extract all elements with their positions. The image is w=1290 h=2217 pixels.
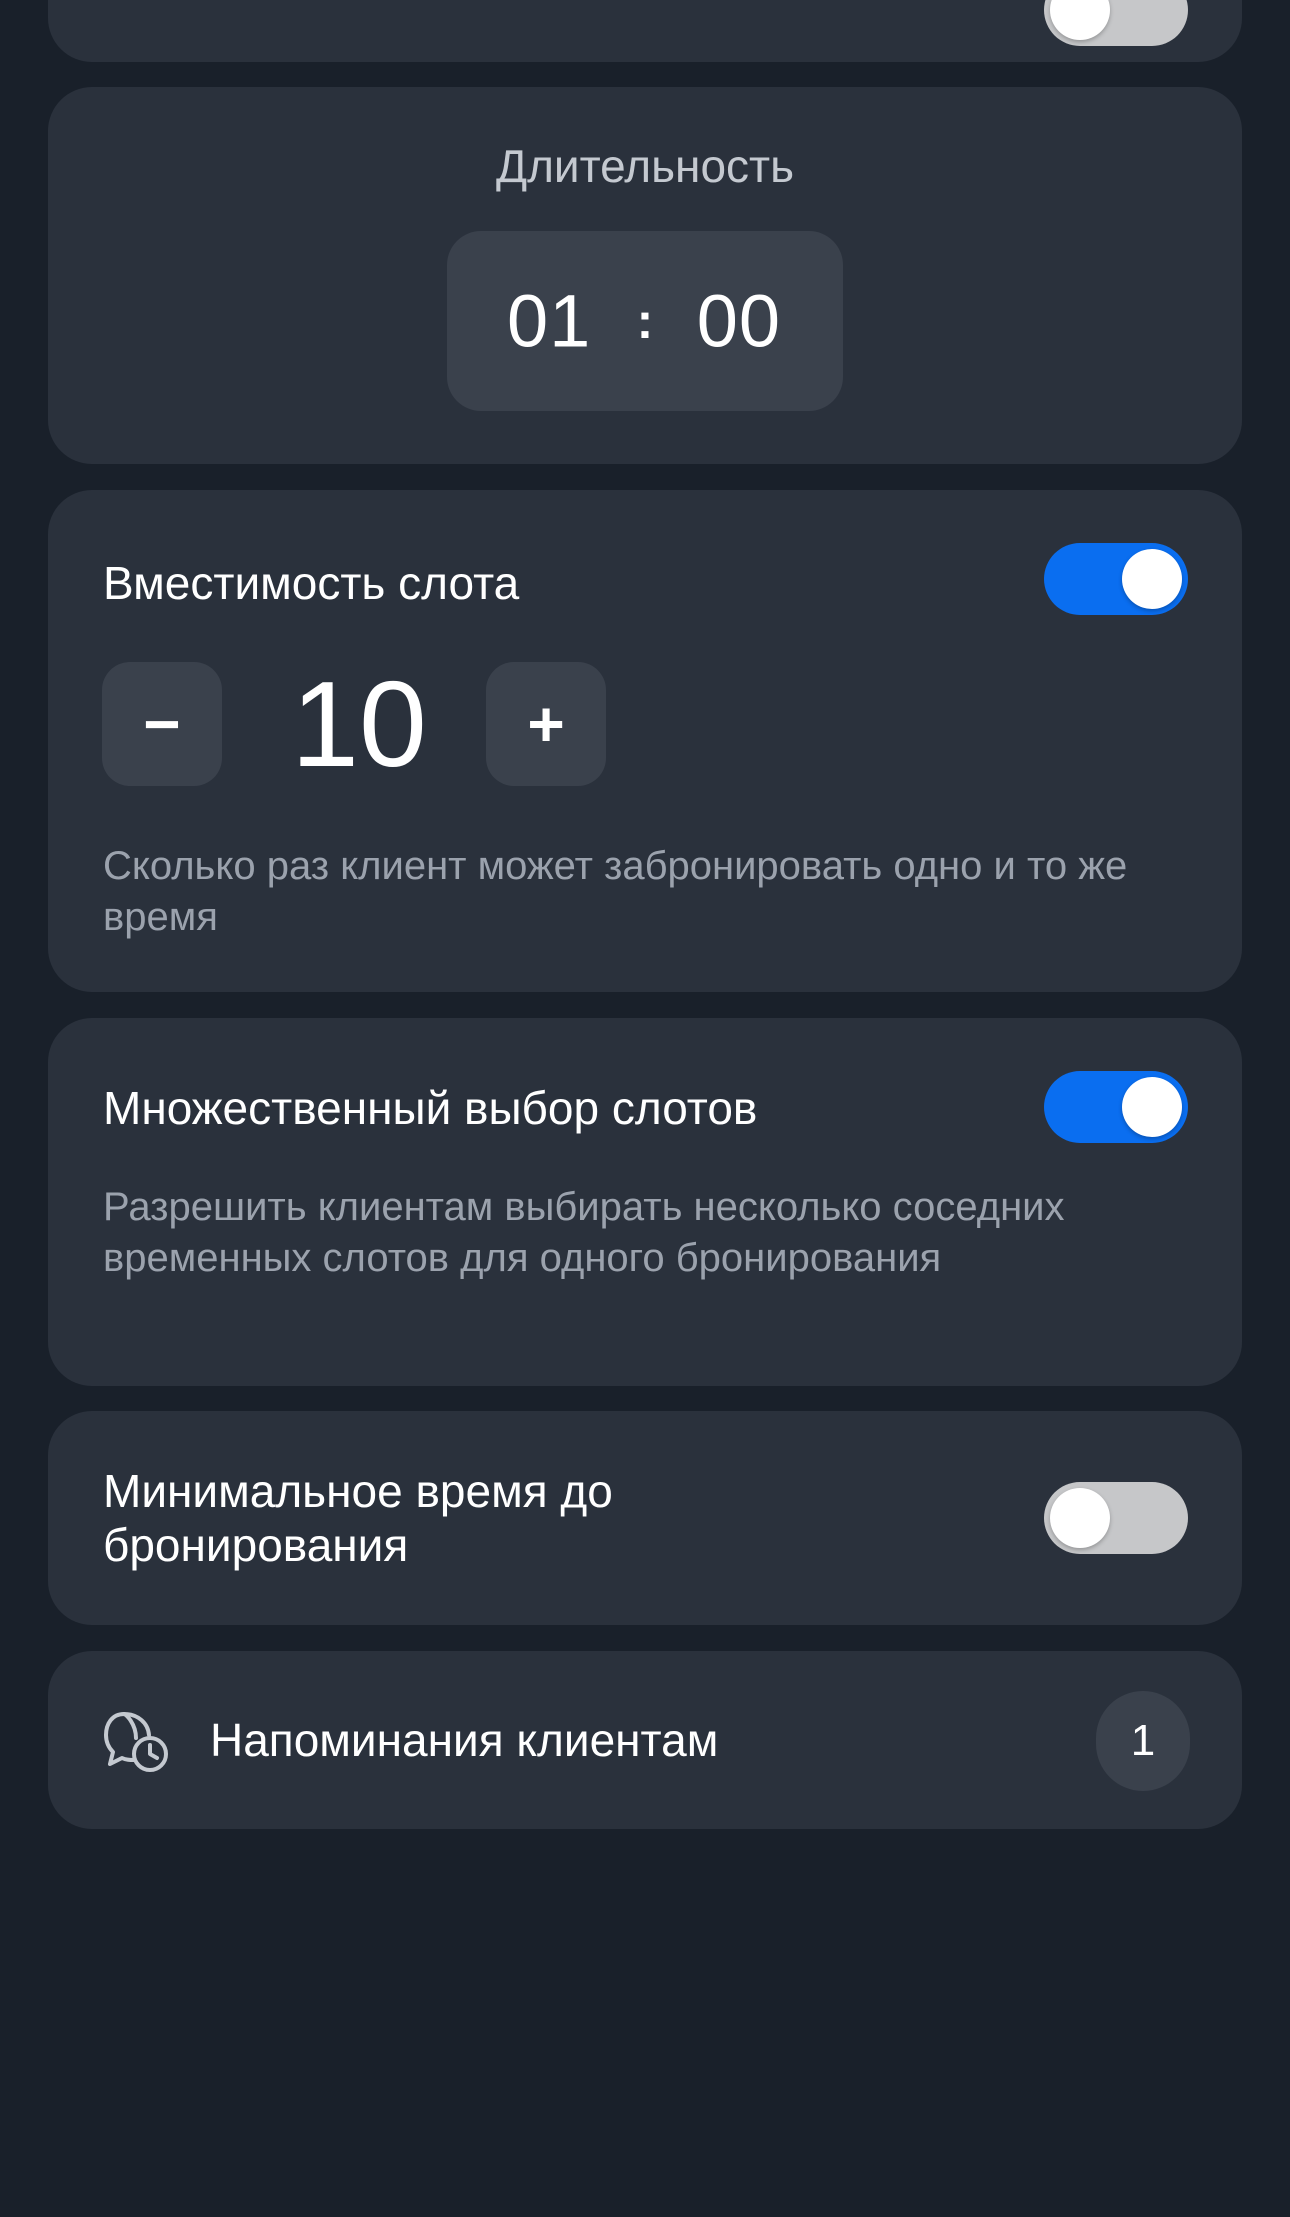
toggle-knob bbox=[1122, 549, 1182, 609]
slot-capacity-value: 10 bbox=[291, 656, 427, 792]
increment-button[interactable]: + bbox=[486, 662, 606, 786]
toggle-knob bbox=[1050, 1488, 1110, 1548]
client-reminders-count-badge: 1 bbox=[1096, 1691, 1190, 1791]
multi-slot-select-toggle[interactable] bbox=[1044, 1071, 1188, 1143]
chat-clock-icon bbox=[104, 1712, 168, 1772]
toggle-knob bbox=[1050, 0, 1110, 40]
slot-capacity-toggle[interactable] bbox=[1044, 543, 1188, 615]
settings-page: Длительность 01 : 00 Вместимость слота −… bbox=[0, 0, 1290, 2217]
duration-label: Длительность bbox=[495, 140, 795, 192]
decrement-button[interactable]: − bbox=[102, 662, 222, 786]
slot-capacity-description: Сколько раз клиент может забронировать о… bbox=[103, 844, 1128, 939]
previous-setting-card bbox=[48, 0, 1242, 62]
duration-minutes[interactable]: 00 bbox=[697, 279, 781, 364]
multi-slot-select-description: Разрешить клиентам выбирать несколько со… bbox=[103, 1185, 1065, 1280]
min-booking-time-title: Минимальное время до бронирования bbox=[103, 1465, 613, 1571]
multi-slot-select-title: Множественный выбор слотов bbox=[103, 1082, 758, 1134]
min-booking-time-card: Минимальное время до бронирования bbox=[48, 1411, 1242, 1625]
multi-slot-select-card: Множественный выбор слотов Разрешить кли… bbox=[48, 1018, 1242, 1386]
min-booking-time-toggle[interactable] bbox=[1044, 1482, 1188, 1554]
slot-capacity-title: Вместимость слота bbox=[103, 557, 520, 609]
duration-picker[interactable]: 01 : 00 bbox=[447, 231, 843, 411]
duration-hours[interactable]: 01 bbox=[507, 279, 591, 364]
client-reminders-label: Напоминания клиентам bbox=[210, 1714, 719, 1766]
toggle-knob bbox=[1122, 1077, 1182, 1137]
client-reminders-card[interactable]: Напоминания клиентам 1 bbox=[48, 1651, 1242, 1829]
duration-card: Длительность 01 : 00 bbox=[48, 87, 1242, 464]
previous-setting-toggle[interactable] bbox=[1044, 0, 1188, 46]
duration-separator: : bbox=[636, 293, 654, 349]
slot-capacity-card: Вместимость слота − 10 + Сколько раз кли… bbox=[48, 490, 1242, 992]
